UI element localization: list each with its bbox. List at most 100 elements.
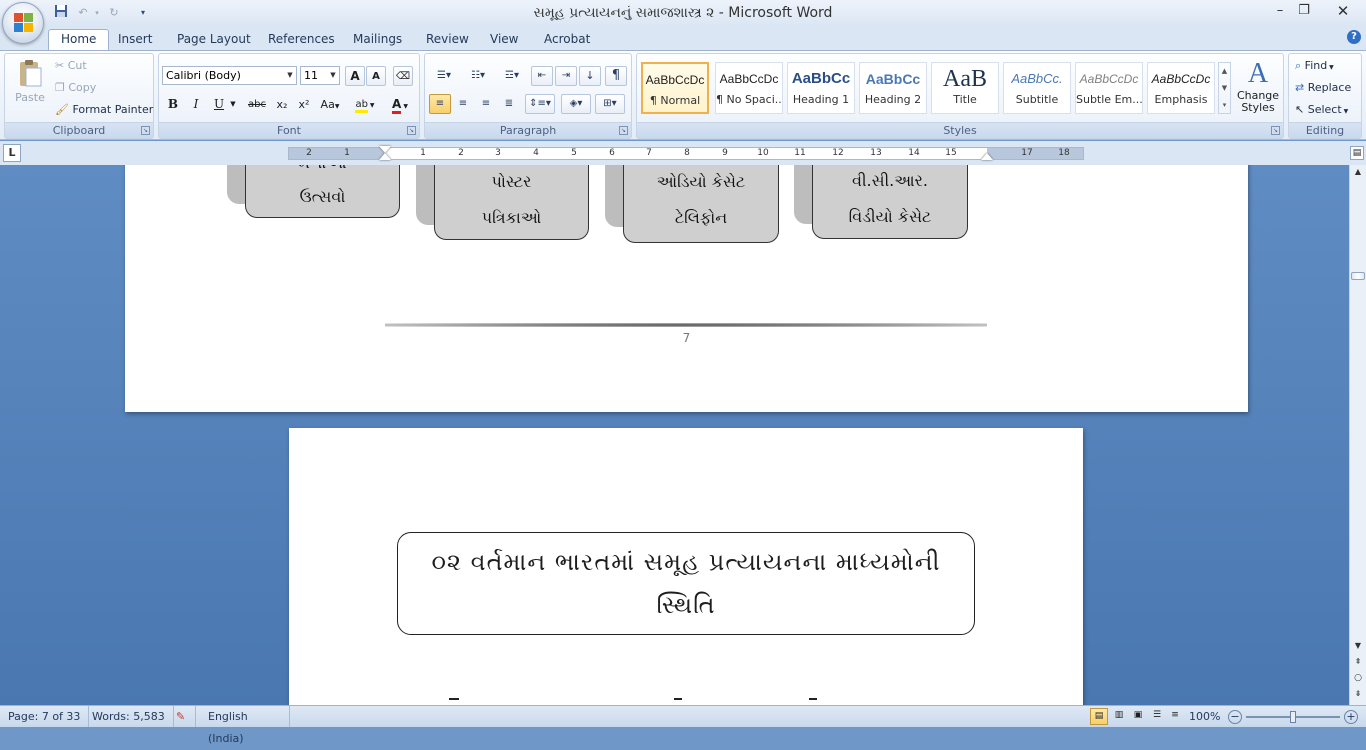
tab-references[interactable]: References — [256, 30, 347, 51]
clear-formatting-button[interactable]: ⌫ — [393, 66, 413, 86]
select-browse-object-icon[interactable]: ○ — [1352, 673, 1364, 685]
font-name-combo[interactable]: Calibri (Body) ▼ — [162, 66, 297, 85]
print-layout-icon[interactable]: ▤ — [1090, 708, 1108, 725]
right-indent-marker[interactable] — [981, 153, 993, 160]
tab-insert[interactable]: Insert — [106, 30, 164, 51]
zoom-slider-thumb[interactable] — [1290, 711, 1296, 723]
align-center-button[interactable]: ≡ — [452, 94, 474, 114]
change-styles-button[interactable]: A Change Styles — [1235, 58, 1281, 120]
next-page-icon[interactable]: ⇟ — [1352, 689, 1364, 701]
proofing-icon[interactable]: ✎ — [168, 706, 196, 727]
style-subtle-emphasis[interactable]: AaBbCcDc Subtle Em... — [1075, 62, 1143, 114]
tab-acrobat[interactable]: Acrobat — [532, 30, 602, 51]
show-hide-button[interactable]: ¶ — [605, 66, 627, 86]
copy-button[interactable]: ❐ Copy — [55, 78, 96, 98]
zoom-level[interactable]: 100% — [1189, 706, 1220, 727]
previous-page-icon[interactable]: ⇞ — [1352, 657, 1364, 669]
styles-launcher-icon[interactable]: ↘ — [1271, 126, 1280, 135]
web-layout-icon[interactable]: ▣ — [1129, 708, 1147, 725]
clipboard-launcher-icon[interactable]: ↘ — [141, 126, 150, 135]
change-case-button[interactable]: Aa▼ — [317, 94, 343, 114]
style-no-spacing[interactable]: AaBbCcDc ¶ No Spaci... — [715, 62, 783, 114]
scroll-up-icon[interactable]: ▲ — [1352, 167, 1364, 179]
ruler-number: 17 — [1021, 148, 1033, 158]
vertical-scrollbar[interactable]: ▲ ▼ ⇞ ○ ⇟ — [1349, 165, 1366, 705]
style-name: ¶ Normal — [649, 94, 701, 107]
decrease-indent-button[interactable]: ⇤ — [531, 66, 553, 86]
full-screen-reading-icon[interactable]: ▥ — [1110, 708, 1128, 725]
zoom-in-icon[interactable]: + — [1344, 710, 1358, 724]
redo-icon[interactable]: ↻ — [105, 4, 123, 22]
sort-icon: ↓ — [585, 69, 595, 82]
zoom-out-icon[interactable]: − — [1228, 710, 1242, 724]
page-number: 7 — [682, 331, 691, 345]
box-text: વિડીયો કેસેટ — [848, 207, 932, 226]
horizontal-ruler[interactable]: 2 1 1 2 3 4 5 6 7 8 9 10 11 12 13 14 15 … — [288, 146, 1084, 160]
underline-dropdown-icon[interactable]: ▼ — [228, 94, 238, 114]
cut-button[interactable]: ✂ Cut — [55, 56, 87, 76]
bold-button[interactable]: B — [163, 94, 183, 114]
help-icon[interactable]: ? — [1347, 30, 1361, 44]
word-count[interactable]: Words: 5,583 — [84, 706, 174, 727]
find-button[interactable]: ⌕ Find ▼ — [1295, 56, 1334, 76]
page-7[interactable]: મેળાઓ ઉત્સવો પોસ્ટર પત્રિકાઓ ઓડિયો કેસેટ… — [125, 165, 1248, 412]
numbering-button[interactable]: ☷▾ — [463, 66, 493, 86]
style-heading-2[interactable]: AaBbCc Heading 2 — [859, 62, 927, 114]
align-right-button[interactable]: ≡ — [475, 94, 497, 114]
highlight-button[interactable]: ab ▼ — [349, 94, 381, 114]
font-color-button[interactable]: A ▼ — [385, 94, 415, 114]
style-heading-1[interactable]: AaBbCc Heading 1 — [787, 62, 855, 114]
scroll-thumb[interactable] — [1351, 272, 1365, 280]
page-8[interactable]: ૦૨ વર્તમાન ભારતમાં સમૂહ પ્રત્યાયનના માધ્… — [289, 428, 1083, 705]
replace-button[interactable]: ⇄ Replace — [1295, 78, 1351, 98]
format-painter-button[interactable]: 🖌 Format Painter — [55, 100, 153, 120]
restore-button[interactable]: ❐ — [1289, 0, 1319, 22]
align-left-button[interactable]: ≡ — [429, 94, 451, 114]
undo-dropdown-icon[interactable]: ▾ — [88, 4, 106, 22]
style-normal[interactable]: AaBbCcDc ¶ Normal — [641, 62, 709, 114]
tab-mailings[interactable]: Mailings — [341, 30, 414, 51]
save-icon[interactable] — [52, 4, 70, 22]
sort-button[interactable]: ↓ — [579, 66, 601, 86]
draft-icon[interactable]: ≡ — [1166, 708, 1184, 725]
multilevel-list-button[interactable]: ☲▾ — [497, 66, 527, 86]
customize-qat-icon[interactable]: ▾ — [134, 4, 152, 22]
line-spacing-button[interactable]: ⇕≡▾ — [525, 94, 555, 114]
tab-home[interactable]: Home — [48, 29, 110, 51]
font-launcher-icon[interactable]: ↘ — [407, 126, 416, 135]
first-line-indent-marker[interactable] — [379, 146, 391, 153]
view-ruler-icon[interactable]: ▤ — [1350, 146, 1364, 160]
font-size-combo[interactable]: 11 ▼ — [300, 66, 340, 85]
subscript-button[interactable]: x₂ — [271, 94, 293, 114]
justify-button[interactable]: ≣ — [498, 94, 520, 114]
styles-scroll[interactable]: ▲ ▼ ▾ — [1218, 62, 1231, 114]
select-label: Select — [1307, 103, 1342, 116]
hanging-indent-marker[interactable] — [379, 153, 391, 160]
office-button[interactable] — [2, 2, 44, 44]
style-emphasis[interactable]: AaBbCcDc Emphasis — [1147, 62, 1215, 114]
tab-view[interactable]: View — [478, 30, 530, 51]
tab-review[interactable]: Review — [414, 30, 481, 51]
shrink-font-button[interactable]: A — [366, 66, 386, 86]
close-button[interactable]: ✕ — [1320, 0, 1366, 22]
increase-indent-button[interactable]: ⇥ — [555, 66, 577, 86]
italic-button[interactable]: I — [186, 94, 206, 114]
tab-selector[interactable]: L — [3, 144, 21, 162]
scroll-down-icon[interactable]: ▼ — [1352, 641, 1364, 653]
bullets-button[interactable]: ☰▾ — [429, 66, 459, 86]
tab-page-layout[interactable]: Page Layout — [165, 30, 263, 51]
page-indicator[interactable]: Page: 7 of 33 — [0, 706, 90, 727]
paragraph-launcher-icon[interactable]: ↘ — [619, 126, 628, 135]
select-button[interactable]: ↖ Select ▼ — [1295, 100, 1348, 120]
shading-button[interactable]: ◈▾ — [561, 94, 591, 114]
borders-button[interactable]: ⊞▾ — [595, 94, 625, 114]
grow-font-button[interactable]: A — [345, 66, 365, 86]
language-indicator[interactable]: English (India) — [200, 706, 290, 745]
style-title[interactable]: AaB Title — [931, 62, 999, 114]
underline-button[interactable]: U — [209, 94, 229, 114]
outline-icon[interactable]: ☰ — [1148, 708, 1166, 725]
strikethrough-button[interactable]: abc — [245, 94, 269, 114]
style-subtitle[interactable]: AaBbCc. Subtitle — [1003, 62, 1071, 114]
superscript-button[interactable]: x² — [293, 94, 315, 114]
paste-button[interactable]: Paste — [11, 58, 49, 114]
